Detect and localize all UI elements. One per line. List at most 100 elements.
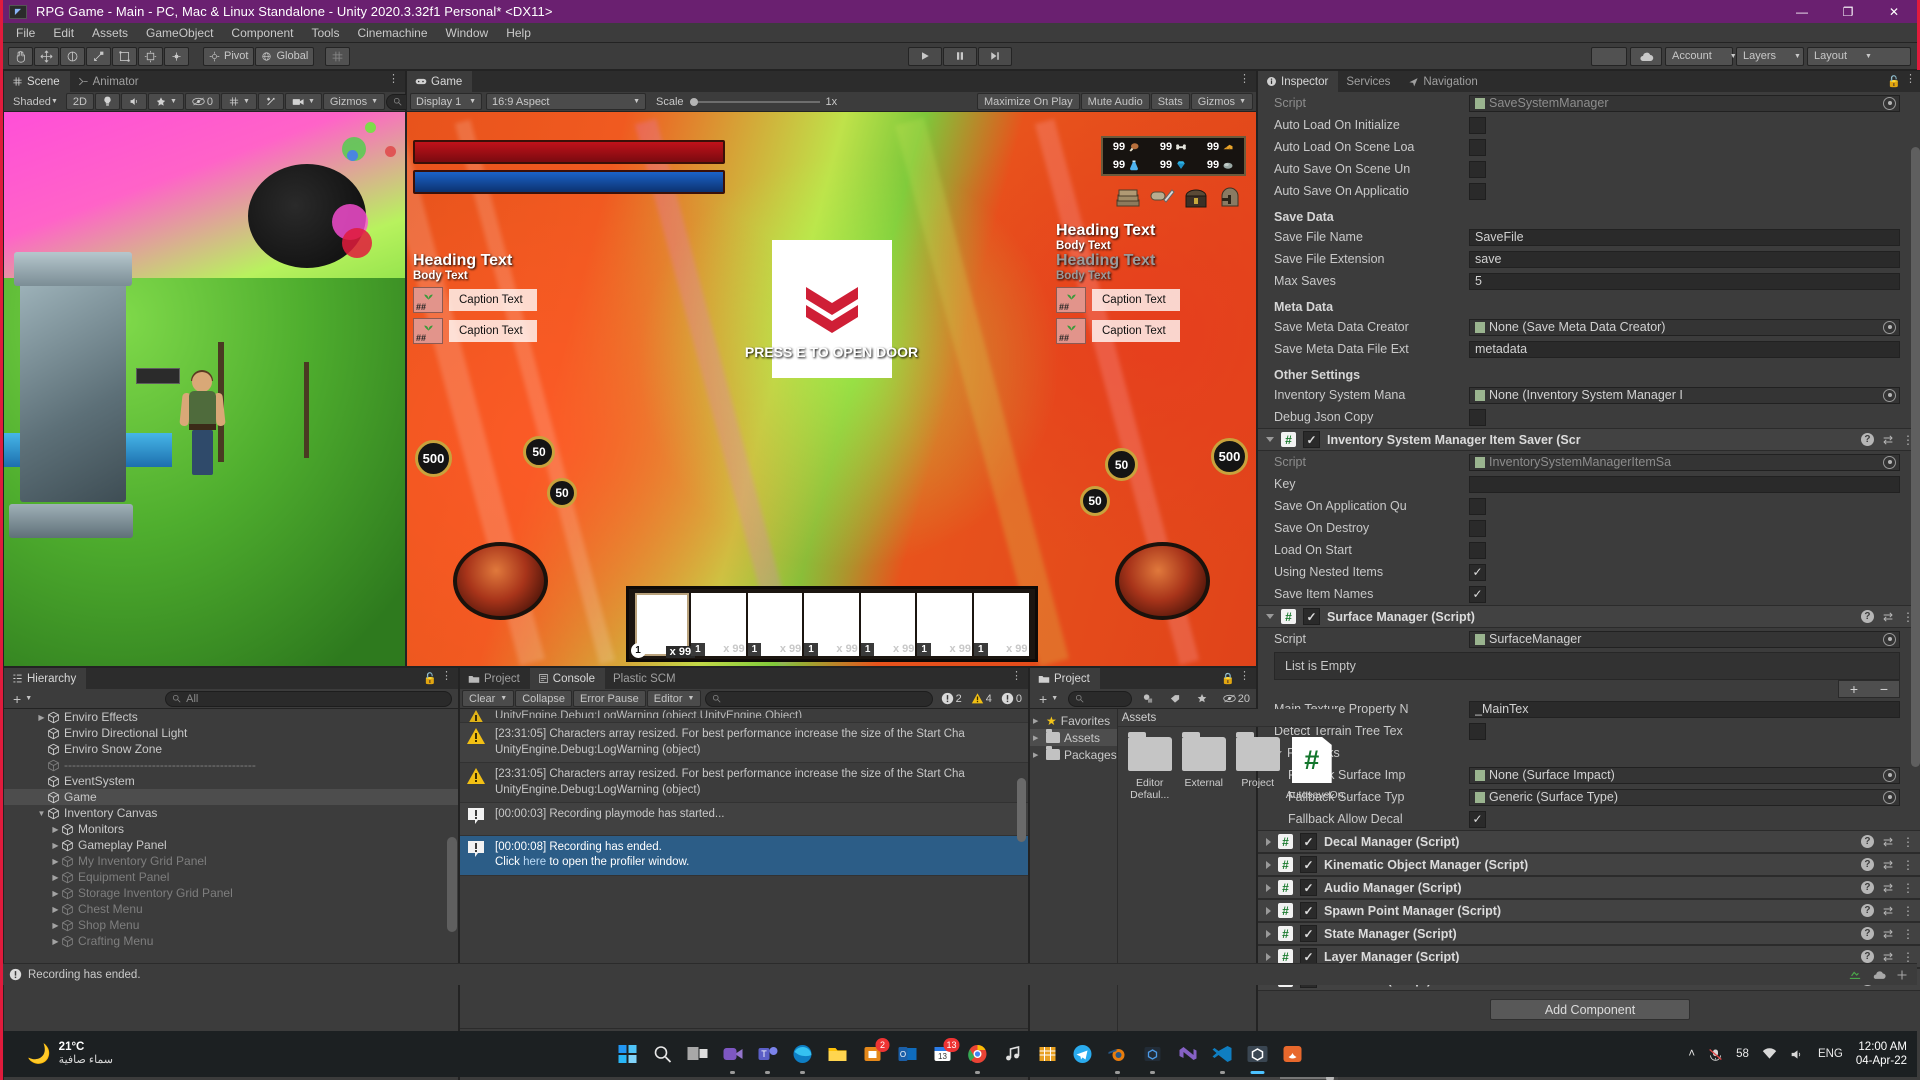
tab-services[interactable]: Services: [1338, 71, 1401, 92]
custom-tool-button[interactable]: [164, 46, 189, 66]
camera-dropdown[interactable]: ▼: [284, 93, 322, 110]
asset-item[interactable]: # AutosaveOn...: [1286, 737, 1352, 801]
preset-icon[interactable]: ⇄: [1883, 881, 1893, 895]
menu-item-assets[interactable]: Assets: [83, 24, 137, 42]
taskbar-chrome-icon[interactable]: [965, 1041, 991, 1074]
taskbar-substance-icon[interactable]: [1280, 1041, 1306, 1067]
chevron-right-icon[interactable]: ▶: [36, 713, 47, 722]
hierarchy-item[interactable]: Enviro Directional Light: [4, 725, 458, 741]
inspector-lock-icon[interactable]: 🔓: [1887, 75, 1901, 88]
hotbar-slot-3[interactable]: 1 x 99: [747, 592, 803, 656]
hierarchy-options-menu[interactable]: ⋮: [441, 671, 453, 682]
object-picker-icon[interactable]: [1883, 388, 1896, 402]
grid-snap-dropdown[interactable]: ▼: [221, 93, 257, 110]
taskbar-teams-icon[interactable]: T: [755, 1041, 781, 1074]
error-pause-button[interactable]: Error Pause: [573, 690, 646, 707]
checkbox-auto-save-on-scene-un[interactable]: [1469, 160, 1486, 178]
hierarchy-tree[interactable]: ▶ Enviro Effects Enviro Directional Light E…: [4, 709, 458, 1080]
component-enabled-checkbox[interactable]: ✓: [1303, 431, 1320, 448]
surface-list-box[interactable]: List is Empty: [1274, 652, 1900, 680]
object-picker-icon[interactable]: [1883, 455, 1896, 469]
taskbar-vscode-icon[interactable]: [1210, 1041, 1236, 1074]
component-header[interactable]: # ✓ Kinematic Object Manager (Script)? ⇄ ⋮: [1258, 853, 1920, 876]
grid-snap-button[interactable]: [325, 46, 351, 66]
taskbar-meet-icon[interactable]: [720, 1041, 746, 1074]
checkbox-using-nested-items[interactable]: ✓: [1469, 563, 1486, 581]
checkbox-auto-save-on-applicatio[interactable]: [1469, 182, 1486, 200]
hierarchy-item[interactable]: ▼ Inventory Canvas: [4, 805, 458, 821]
game-options-menu[interactable]: ⋮: [1239, 74, 1251, 85]
hierarchy-item[interactable]: ----------------------------------------…: [4, 757, 458, 773]
tab-hierarchy[interactable]: Hierarchy: [4, 668, 87, 689]
2d-toggle-button[interactable]: 2D: [65, 93, 94, 110]
help-icon[interactable]: ?: [1860, 433, 1874, 446]
hotbar-slot-6[interactable]: 1 x 99: [917, 592, 972, 656]
component-header[interactable]: # ✓ Inventory System Manager Item Saver (S…: [1258, 428, 1920, 451]
mute-audio-button[interactable]: Mute Audio: [1080, 93, 1150, 110]
list-remove-button[interactable]: −: [1880, 681, 1888, 697]
rect-tool-button[interactable]: [112, 46, 137, 66]
filter-by-type-icon[interactable]: [1135, 690, 1161, 707]
editor-dropdown[interactable]: Editor ▼: [646, 690, 702, 707]
clear-button[interactable]: Clear ▼: [462, 690, 515, 707]
help-icon[interactable]: ?: [1860, 904, 1874, 917]
component-header[interactable]: # ✓ Decal Manager (Script)? ⇄ ⋮: [1258, 830, 1920, 853]
component-header[interactable]: # ✓ Audio Manager (Script)? ⇄ ⋮: [1258, 876, 1920, 899]
hierarchy-add-button[interactable]: + ▼: [6, 690, 39, 707]
taskbar-music-icon[interactable]: [1000, 1041, 1026, 1067]
checkbox-debug-json-copy[interactable]: [1469, 408, 1486, 426]
checkbox-auto-load-on-initialize[interactable]: [1469, 116, 1486, 134]
scene-options-menu[interactable]: ⋮: [388, 74, 400, 85]
project-lock-icon[interactable]: 🔒: [1221, 672, 1235, 685]
project-options-menu[interactable]: ⋮: [1239, 671, 1251, 682]
scale-knob[interactable]: [689, 97, 698, 106]
tab-project[interactable]: Project: [1030, 668, 1100, 689]
chevron-right-icon[interactable]: ▶: [50, 857, 61, 866]
hidden-objects-toggle[interactable]: 0: [184, 93, 220, 110]
field-save-meta-data-file-ext[interactable]: metadata: [1469, 340, 1900, 358]
close-button[interactable]: ✕: [1871, 0, 1917, 23]
project-search-input[interactable]: [1068, 690, 1132, 707]
tab-inspector[interactable]: Inspector: [1258, 71, 1339, 92]
scale-slider[interactable]: Scale 1x: [650, 96, 837, 108]
hotbar-slot-4[interactable]: 1 x 99: [804, 592, 859, 656]
taskbar-start-icon[interactable]: [615, 1041, 641, 1067]
inspector-options-menu[interactable]: ⋮: [1905, 74, 1917, 85]
help-icon[interactable]: ?: [1860, 927, 1874, 940]
scale-track[interactable]: [689, 97, 820, 106]
inspector-scroll-thumb[interactable]: [1911, 147, 1920, 767]
taskbar-blender-icon[interactable]: [1105, 1041, 1131, 1074]
zoom-track[interactable]: [1279, 1074, 1334, 1080]
game-viewport[interactable]: 99 99 99 99 99 99 Heading Text Body Text ## C…: [407, 112, 1256, 666]
console-log-row[interactable]: [23:31:05] Characters array resized. For…: [460, 723, 1028, 764]
field-save-file-extension[interactable]: save: [1469, 250, 1900, 268]
fallbacks-foldout[interactable]: Fallbacks: [1258, 742, 1920, 764]
display-dropdown[interactable]: Display 1 ▼: [410, 93, 482, 110]
hierarchy-item[interactable]: ▶ Crafting Menu: [4, 933, 458, 949]
hierarchy-item[interactable]: ▶ Enviro Effects: [4, 709, 458, 725]
gizmo-z-axis[interactable]: [347, 150, 358, 161]
taskbar-task-view-icon[interactable]: [685, 1041, 711, 1067]
scene-view-gizmo[interactable]: [343, 120, 397, 174]
rotate-tool-button[interactable]: [60, 46, 85, 66]
console-log-row[interactable]: UnityEngine.Debug:LogWarning (object,Uni…: [460, 709, 1028, 723]
console-search-input[interactable]: [705, 690, 933, 707]
menu-item-cinemachine[interactable]: Cinemachine: [348, 24, 436, 42]
assets-grid[interactable]: Editor Defaul... External Project # Autosave…: [1118, 727, 1352, 801]
project-add-button[interactable]: + ▼: [1032, 690, 1065, 707]
hierarchy-item[interactable]: ▶ Storage Inventory Grid Panel: [4, 885, 458, 901]
weather-widget[interactable]: 🌙 21°C سماء صافية: [3, 1040, 113, 1068]
move-tool-button[interactable]: [34, 46, 59, 66]
chevron-right-icon[interactable]: ▶: [1033, 734, 1042, 742]
project-tree-item[interactable]: ▶ ★ Favorites: [1030, 712, 1117, 729]
filter-by-label-icon[interactable]: [1162, 690, 1188, 707]
hierarchy-scroll-thumb[interactable]: [447, 837, 457, 932]
stats-button[interactable]: Stats: [1150, 93, 1190, 110]
gizmo-y-axis[interactable]: [365, 122, 376, 133]
menu-item-edit[interactable]: Edit: [44, 24, 83, 42]
hierarchy-item[interactable]: ▶ Shop Menu: [4, 917, 458, 933]
tab-navigation[interactable]: Navigation: [1400, 71, 1488, 92]
account-dropdown[interactable]: Account ▼: [1665, 46, 1737, 66]
helmet-icon[interactable]: [1216, 184, 1244, 212]
asset-item[interactable]: Project: [1232, 732, 1284, 801]
